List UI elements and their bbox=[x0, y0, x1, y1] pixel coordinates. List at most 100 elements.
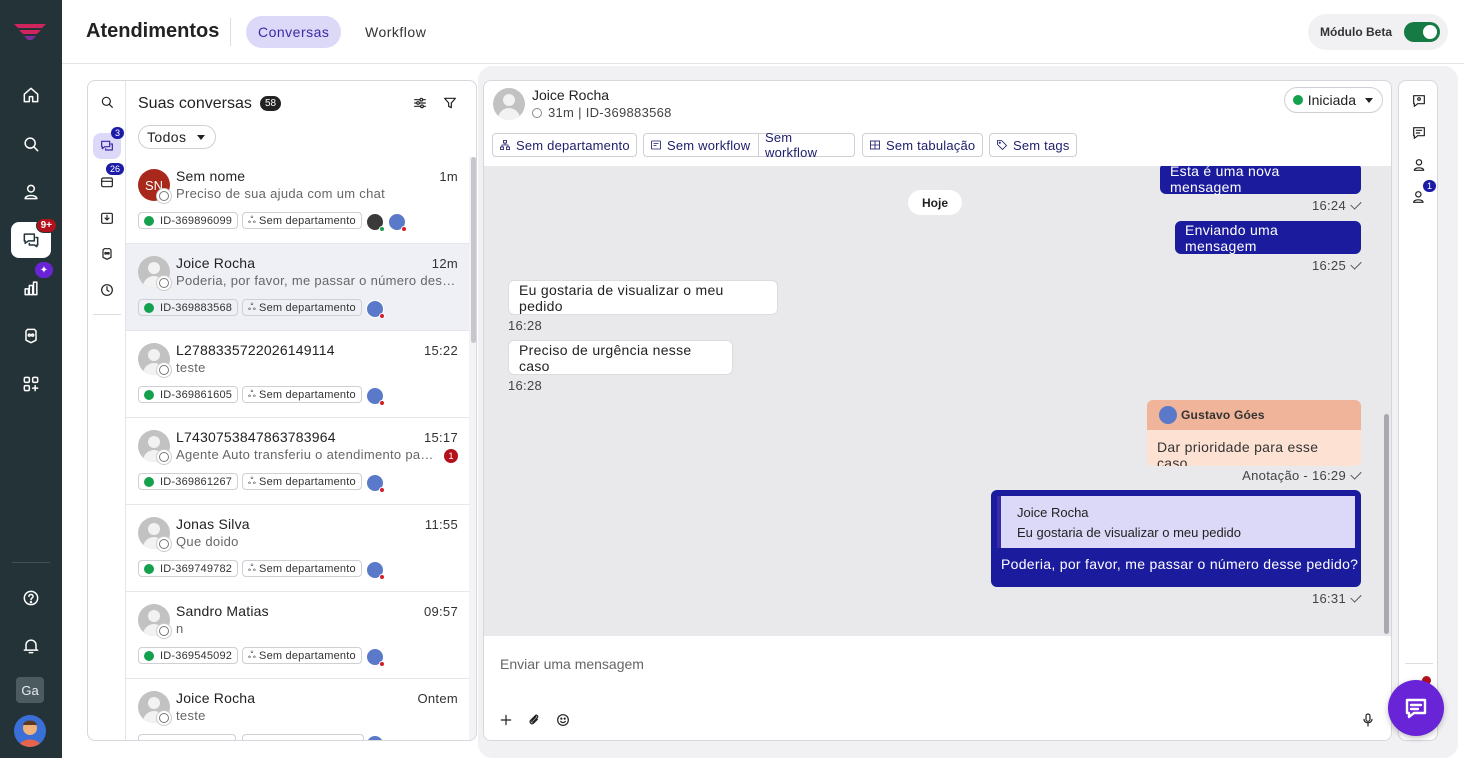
department-icon: ஃ bbox=[248, 388, 257, 400]
voice-button[interactable] bbox=[1358, 710, 1378, 730]
outgoing-message: Esta é uma nova mensagem bbox=[1160, 166, 1361, 195]
bot-icon bbox=[102, 248, 112, 260]
app-logo[interactable] bbox=[12, 20, 48, 42]
channel-icon bbox=[532, 107, 542, 118]
department-label: Sem departamento bbox=[516, 137, 630, 153]
nav-apps[interactable] bbox=[11, 366, 51, 402]
department-chip: ஃ Sem departamento bbox=[242, 473, 362, 490]
quoted-message[interactable]: Joice Rocha Eu gostaria de visualizar o … bbox=[997, 496, 1355, 548]
search-icon bbox=[101, 96, 113, 108]
agent-avatar bbox=[366, 735, 384, 740]
notes-button[interactable] bbox=[1408, 122, 1430, 144]
check-icon bbox=[1350, 468, 1362, 480]
workflow-step-chip[interactable]: Sem workflow bbox=[758, 130, 855, 160]
queue-icon bbox=[101, 177, 113, 188]
workflow-step-label: Sem workflow bbox=[765, 130, 818, 160]
unread-badge: 1 bbox=[444, 449, 458, 463]
attach-button[interactable] bbox=[524, 710, 544, 730]
conversation-item[interactable]: Joice Rocha 12m Poderia, por favor, me p… bbox=[126, 244, 470, 331]
paperclip-icon bbox=[529, 714, 539, 725]
scrollbar-thumb[interactable] bbox=[471, 157, 476, 343]
nav-bots[interactable] bbox=[11, 318, 51, 354]
help-icon bbox=[23, 590, 39, 606]
tags-chip[interactable]: Sem tags bbox=[989, 133, 1077, 157]
user-avatar[interactable] bbox=[14, 715, 46, 747]
agents-badge: 1 bbox=[1422, 180, 1436, 192]
header-divider bbox=[230, 18, 231, 46]
app-sidebar: 9+ ✦ Ga bbox=[0, 0, 62, 758]
date-separator: Hoje bbox=[908, 190, 962, 215]
clock-icon bbox=[101, 284, 113, 296]
agent-avatar bbox=[366, 648, 385, 667]
nav-reports[interactable]: ✦ bbox=[11, 262, 53, 306]
agent-avatar bbox=[366, 561, 385, 580]
emoji-button[interactable] bbox=[553, 710, 573, 730]
emoji-icon bbox=[557, 714, 569, 726]
incoming-message: Eu gostaria de visualizar o meu pedido bbox=[508, 280, 778, 315]
workflow-icon bbox=[651, 140, 661, 150]
filter-icon[interactable] bbox=[442, 95, 458, 116]
message-thread: Esta é uma nova mensagem 16:24 Hoje Envi… bbox=[484, 166, 1391, 636]
nav-notifications[interactable] bbox=[11, 628, 51, 664]
archive-icon bbox=[101, 212, 113, 224]
department-chip[interactable]: Sem departamento bbox=[492, 133, 637, 157]
status-select[interactable]: Iniciada bbox=[1283, 87, 1383, 113]
tab-workflow[interactable]: Workflow bbox=[353, 16, 438, 48]
internal-note: Gustavo Góes Dar prioridade para esse ca… bbox=[1147, 400, 1361, 466]
conversation-item[interactable]: SN Sem nome 1m Preciso de sua ajuda com … bbox=[126, 157, 470, 244]
conversation-id-chip: ID-369749782 bbox=[138, 560, 239, 577]
filter-bots[interactable] bbox=[93, 241, 121, 267]
filter-history[interactable] bbox=[93, 277, 121, 303]
conversation-filter-select[interactable]: Todos bbox=[138, 125, 216, 149]
tabulation-chip[interactable]: Sem tabulação bbox=[862, 133, 983, 157]
contact-profile-button[interactable] bbox=[1408, 154, 1430, 176]
nav-home[interactable] bbox=[11, 77, 51, 113]
tab-conversas[interactable]: Conversas bbox=[246, 16, 342, 48]
reply-text: Poderia, por favor, me passar o número d… bbox=[1001, 556, 1359, 572]
filter-archive[interactable] bbox=[93, 205, 121, 231]
add-button[interactable] bbox=[496, 710, 516, 730]
department-chip: ஃ Sem departamento bbox=[242, 299, 362, 316]
conversations-title: Suas conversas bbox=[138, 95, 252, 112]
assigned-agents-button[interactable]: 1 bbox=[1408, 180, 1436, 208]
nav-search[interactable] bbox=[11, 126, 51, 162]
contact-name[interactable]: Joice Rocha bbox=[532, 87, 609, 103]
status-label: Iniciada bbox=[1307, 92, 1356, 108]
filter-search[interactable] bbox=[93, 89, 121, 115]
contact-avatar[interactable] bbox=[493, 88, 525, 120]
details-sidebar: 1 bbox=[1398, 80, 1438, 741]
nav-contacts[interactable] bbox=[11, 174, 51, 210]
outgoing-reply-message: Joice Rocha Eu gostaria de visualizar o … bbox=[991, 490, 1361, 587]
chat-meta: 31m | ID-369883568 bbox=[548, 105, 672, 120]
conversation-item[interactable]: Jonas Silva 11:55 Que doido ID-369749782… bbox=[126, 505, 470, 592]
conversation-id-chip bbox=[138, 734, 236, 740]
scrollbar-thumb[interactable] bbox=[1384, 414, 1389, 634]
nav-attendances[interactable]: 9+ bbox=[11, 218, 57, 258]
conversation-item[interactable]: L2788335722026149114 15:22 teste ID-3698… bbox=[126, 331, 470, 418]
conversation-item[interactable]: Sandro Matias 09:57 n ID-369545092 ஃ Sem … bbox=[126, 592, 470, 679]
support-chat-button[interactable] bbox=[1388, 680, 1444, 736]
table-icon bbox=[870, 140, 880, 150]
plus-icon bbox=[500, 714, 512, 726]
contact-details-button[interactable] bbox=[1408, 90, 1430, 112]
workflow-chip[interactable]: Sem workflow bbox=[643, 133, 759, 157]
sort-settings-icon[interactable] bbox=[412, 95, 428, 116]
last-message-preview: teste bbox=[176, 360, 206, 375]
nav-help[interactable] bbox=[11, 580, 51, 616]
incoming-message: Preciso de urgência nesse caso bbox=[508, 340, 733, 375]
workspace-switcher[interactable]: Ga bbox=[16, 677, 44, 703]
note-icon bbox=[1413, 127, 1425, 139]
department-icon: ஃ bbox=[248, 562, 257, 574]
conversation-list-scrollbar[interactable] bbox=[469, 157, 476, 740]
tag-icon bbox=[997, 140, 1008, 151]
beta-toggle[interactable] bbox=[1404, 22, 1440, 42]
last-message-preview: Agente Auto transferiu o atendimento par… bbox=[176, 447, 438, 462]
last-message-preview: Preciso de sua ajuda com um chat bbox=[176, 186, 386, 201]
conversation-item[interactable]: Joice Rocha Ontem teste bbox=[126, 679, 470, 740]
filter-my-inbox[interactable]: 3 bbox=[93, 127, 124, 159]
filter-queue[interactable]: 26 bbox=[93, 163, 124, 195]
message-scrollbar[interactable] bbox=[1383, 166, 1389, 636]
message-input[interactable]: Enviar uma mensagem bbox=[500, 656, 644, 672]
conversation-item[interactable]: L7430753847863783964 15:17 Agente Auto t… bbox=[126, 418, 470, 505]
quoted-author: Joice Rocha bbox=[1017, 505, 1089, 520]
